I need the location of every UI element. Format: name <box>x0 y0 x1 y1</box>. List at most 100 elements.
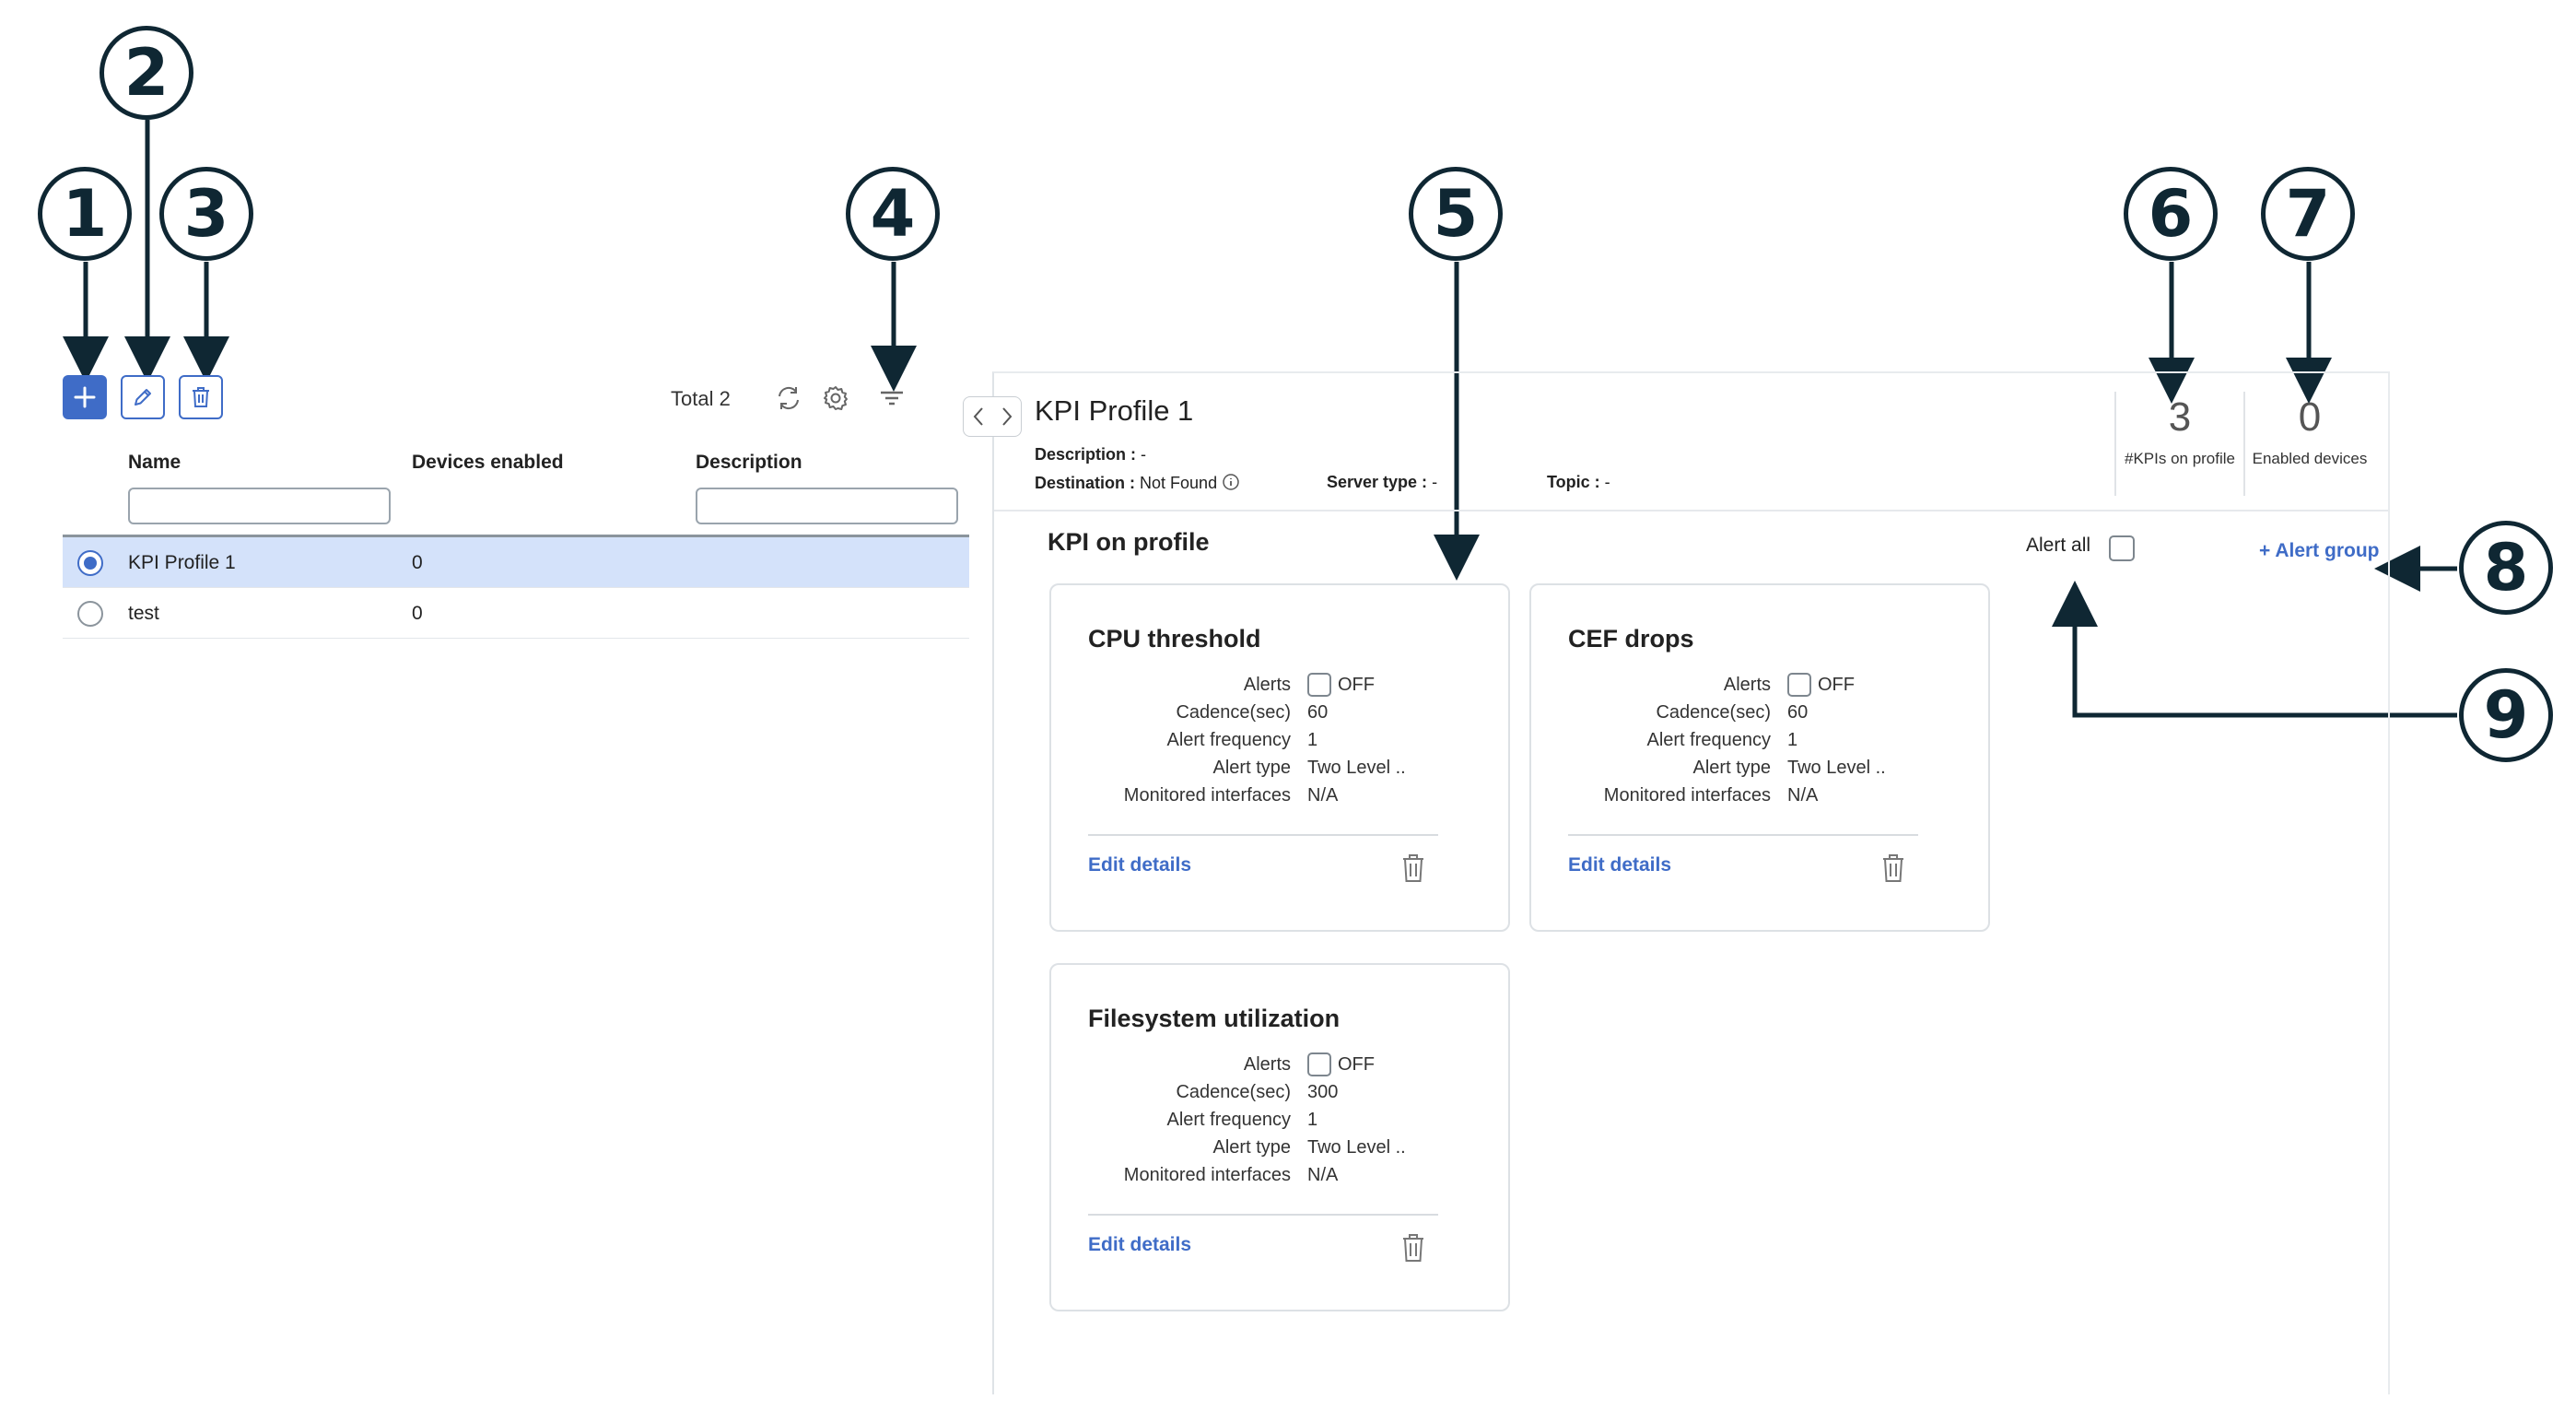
table-row[interactable]: KPI Profile 1 0 <box>63 537 969 588</box>
kpi-section-title: KPI on profile <box>1048 528 1210 556</box>
table-row[interactable]: test 0 <box>63 588 969 639</box>
column-header-description[interactable]: Description <box>696 452 802 474</box>
trash-icon[interactable] <box>1399 852 1427 884</box>
frequency-label: Alert frequency <box>1166 730 1291 750</box>
frequency-value: 1 <box>1307 730 1318 750</box>
alerts-toggle-checkbox[interactable] <box>1307 1052 1331 1076</box>
kpi-card-title: CEF drops <box>1568 625 1694 653</box>
frequency-label: Alert frequency <box>1166 1110 1291 1130</box>
alert-type-label: Alert type <box>1212 1137 1291 1158</box>
chevron-left-icon[interactable] <box>970 406 987 428</box>
destination-meta: Destination : Not Found <box>1035 473 1240 493</box>
callout-1: 1 <box>38 167 132 261</box>
alert-all-label: Alert all <box>2026 535 2091 556</box>
trash-icon[interactable] <box>1399 1232 1427 1264</box>
alerts-label: Alerts <box>1243 1054 1291 1075</box>
refresh-icon <box>779 386 799 410</box>
row-name: KPI Profile 1 <box>128 552 236 573</box>
callout-8: 8 <box>2459 521 2553 615</box>
card-divider <box>1088 834 1438 836</box>
interfaces-value: N/A <box>1307 1165 1339 1185</box>
alerts-value: OFF <box>1338 675 1375 695</box>
topic-meta: Topic : - <box>1547 473 1610 491</box>
trash-icon <box>193 387 209 407</box>
add-button[interactable] <box>63 375 107 419</box>
info-icon[interactable] <box>1222 473 1240 491</box>
settings-button[interactable] <box>820 382 851 414</box>
card-divider <box>1568 834 1918 836</box>
add-alert-group-link[interactable]: + Alert group <box>2259 540 2379 562</box>
alerts-label: Alerts <box>1723 675 1771 695</box>
row-radio[interactable] <box>77 601 103 627</box>
row-name: test <box>128 603 159 624</box>
pencil-icon <box>135 389 151 406</box>
kpi-card: Filesystem utilization Alerts OFF Cadenc… <box>1049 963 1510 1311</box>
chevron-right-icon[interactable] <box>999 406 1015 428</box>
description-meta: Description : - <box>1035 445 1147 464</box>
profile-title: KPI Profile 1 <box>1035 394 1194 427</box>
callout-4: 4 <box>846 167 940 261</box>
filter-icon <box>881 391 903 406</box>
cadence-value: 60 <box>1787 702 1809 723</box>
devices-count: 0 <box>2298 394 2322 440</box>
card-divider <box>1088 1214 1438 1216</box>
frequency-value: 1 <box>1307 1110 1318 1130</box>
kpi-card: CPU threshold Alerts OFF Cadence(sec) 60… <box>1049 583 1510 932</box>
alert-type-label: Alert type <box>1692 758 1771 778</box>
description-filter-input[interactable] <box>696 488 958 524</box>
column-header-name[interactable]: Name <box>128 452 181 474</box>
trash-icon[interactable] <box>1879 852 1907 884</box>
alert-type-value: Two Level .. <box>1787 758 1886 778</box>
cadence-value: 60 <box>1307 702 1329 723</box>
interfaces-label: Monitored interfaces <box>1123 1165 1291 1185</box>
refresh-button[interactable] <box>773 382 804 414</box>
cadence-label: Cadence(sec) <box>1656 702 1771 723</box>
edit-details-link[interactable]: Edit details <box>1088 854 1191 876</box>
gear-icon <box>824 386 848 410</box>
cadence-label: Cadence(sec) <box>1176 702 1291 723</box>
frequency-label: Alert frequency <box>1646 730 1771 750</box>
column-header-devices[interactable]: Devices enabled <box>412 452 564 474</box>
interfaces-value: N/A <box>1787 785 1819 805</box>
alerts-value: OFF <box>1818 675 1855 695</box>
alerts-value: OFF <box>1338 1054 1375 1075</box>
frequency-value: 1 <box>1787 730 1798 750</box>
total-count: Total 2 <box>671 387 731 410</box>
edit-button[interactable] <box>121 375 165 419</box>
row-devices: 0 <box>412 552 423 573</box>
name-filter-input[interactable] <box>128 488 391 524</box>
callout-9: 9 <box>2459 668 2553 762</box>
alerts-label: Alerts <box>1243 675 1291 695</box>
cadence-value: 300 <box>1307 1082 1339 1102</box>
callout-3: 3 <box>159 167 253 261</box>
kpis-count: 3 <box>2168 394 2192 440</box>
edit-details-link[interactable]: Edit details <box>1088 1234 1191 1256</box>
kpi-card-title: CPU threshold <box>1088 625 1261 653</box>
edit-details-link[interactable]: Edit details <box>1568 854 1671 876</box>
cadence-label: Cadence(sec) <box>1176 1082 1291 1102</box>
kpis-label: #KPIs on profile <box>2124 450 2235 467</box>
row-radio[interactable] <box>77 550 103 576</box>
filter-button[interactable] <box>876 382 907 414</box>
server-type-meta: Server type : - <box>1327 473 1438 491</box>
plus-icon <box>74 386 96 408</box>
interfaces-value: N/A <box>1307 785 1339 805</box>
callout-6: 6 <box>2124 167 2218 261</box>
panel-nav <box>963 396 1022 437</box>
interfaces-label: Monitored interfaces <box>1123 785 1291 805</box>
interfaces-label: Monitored interfaces <box>1603 785 1771 805</box>
delete-button[interactable] <box>179 375 223 419</box>
kpi-card-title: Filesystem utilization <box>1088 1005 1341 1032</box>
row-devices: 0 <box>412 603 423 624</box>
alert-type-value: Two Level .. <box>1307 758 1406 778</box>
alerts-toggle-checkbox[interactable] <box>1787 673 1811 697</box>
panel-header-divider <box>994 510 2388 511</box>
kpi-card: CEF drops Alerts OFF Cadence(sec) 60 Ale… <box>1529 583 1990 932</box>
callout-5: 5 <box>1409 167 1503 261</box>
callout-2: 2 <box>100 26 193 120</box>
alert-all-checkbox[interactable] <box>2109 535 2135 561</box>
alert-type-label: Alert type <box>1212 758 1291 778</box>
alerts-toggle-checkbox[interactable] <box>1307 673 1331 697</box>
alert-type-value: Two Level .. <box>1307 1137 1406 1158</box>
callout-7: 7 <box>2261 167 2355 261</box>
